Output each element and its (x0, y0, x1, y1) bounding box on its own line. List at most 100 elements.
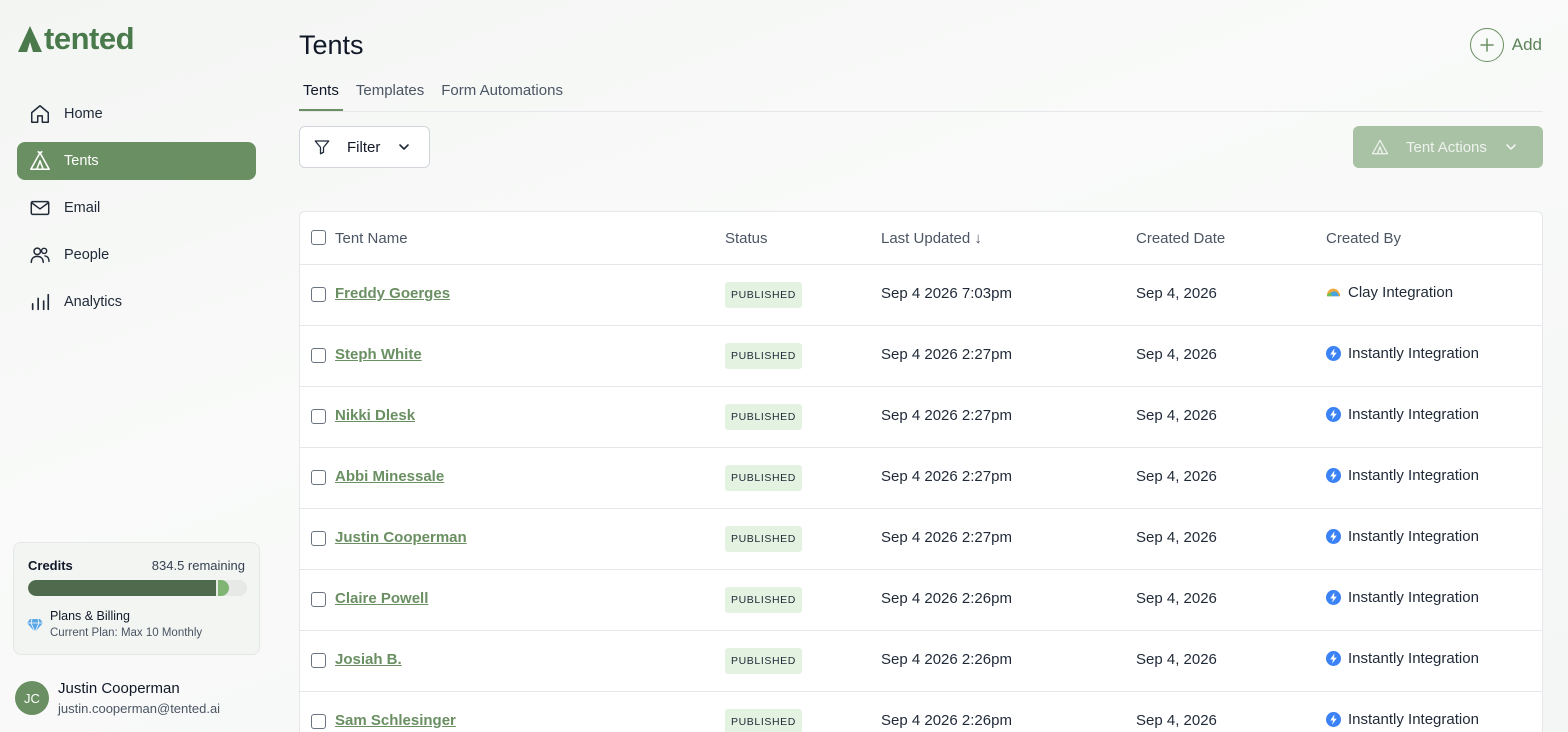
sidebar-nav: Home Tents Email People Analytics (17, 95, 256, 330)
created-by-label: Instantly Integration (1348, 711, 1479, 728)
tab-bar: Tents Templates Form Automations (299, 78, 1543, 112)
tent-name-link[interactable]: Abbi Minessale (335, 468, 444, 485)
sidebar-item-home[interactable]: Home (17, 95, 256, 133)
table-body: Freddy Goerges PUBLISHED Sep 4 2026 7:03pm… (300, 265, 1542, 732)
created-by: Instantly Integration (1326, 406, 1479, 423)
plans-title: Plans & Billing (50, 609, 130, 623)
sidebar-item-label: People (64, 247, 110, 263)
sidebar-item-analytics[interactable]: Analytics (17, 283, 256, 321)
status-badge: PUBLISHED (725, 465, 802, 491)
page-title: Tents (299, 30, 364, 60)
created-by: Clay Integration (1326, 284, 1453, 301)
created-date: Sep 4, 2026 (1136, 407, 1217, 424)
row-checkbox[interactable] (311, 714, 326, 729)
column-status[interactable]: Status (725, 230, 768, 247)
table-row[interactable]: Justin Cooperman PUBLISHED Sep 4 2026 2:27… (300, 509, 1542, 570)
status-badge: PUBLISHED (725, 404, 802, 430)
lightning-icon (1326, 346, 1341, 361)
sidebar: tented Home Tents Email People Analytics… (0, 0, 272, 732)
column-created-by[interactable]: Created By (1326, 230, 1401, 247)
created-by-label: Instantly Integration (1348, 467, 1479, 484)
created-by-label: Instantly Integration (1348, 528, 1479, 545)
credits-progress-fill (28, 580, 216, 596)
created-date: Sep 4, 2026 (1136, 529, 1217, 546)
chevron-down-icon (398, 141, 410, 153)
created-by-label: Instantly Integration (1348, 589, 1479, 606)
last-updated: Sep 4 2026 7:03pm (881, 285, 1012, 302)
tab-templates[interactable]: Templates (352, 78, 428, 111)
row-checkbox[interactable] (311, 653, 326, 668)
table-row[interactable]: Claire Powell PUBLISHED Sep 4 2026 2:26pm S… (300, 570, 1542, 631)
add-label: Add (1511, 35, 1542, 54)
row-checkbox[interactable] (311, 531, 326, 546)
row-checkbox[interactable] (311, 592, 326, 607)
filter-button[interactable]: Filter (299, 126, 430, 168)
user-profile[interactable]: JC Justin Cooperman justin.cooperman@ten… (15, 680, 220, 716)
last-updated: Sep 4 2026 2:27pm (881, 407, 1012, 424)
tent-icon (1371, 138, 1389, 156)
created-date: Sep 4, 2026 (1136, 285, 1217, 302)
plus-icon (1469, 28, 1504, 62)
last-updated: Sep 4 2026 2:27pm (881, 468, 1012, 485)
column-created-date[interactable]: Created Date (1136, 230, 1225, 247)
row-checkbox[interactable] (311, 287, 326, 302)
created-by: Instantly Integration (1326, 711, 1479, 728)
created-date: Sep 4, 2026 (1136, 468, 1217, 485)
sidebar-item-email[interactable]: Email (17, 189, 256, 227)
sidebar-item-label: Tents (64, 153, 99, 169)
tent-name-link[interactable]: Josiah B. (335, 651, 402, 668)
tent-name-link[interactable]: Freddy Goerges (335, 285, 450, 302)
row-checkbox[interactable] (311, 470, 326, 485)
lightning-icon (1326, 651, 1341, 666)
plans-billing-link[interactable]: Plans & Billing Current Plan: Max 10 Mon… (27, 609, 202, 639)
last-updated: Sep 4 2026 2:27pm (881, 346, 1012, 363)
column-tent-name[interactable]: Tent Name (335, 230, 408, 247)
row-checkbox[interactable] (311, 348, 326, 363)
current-plan: Current Plan: Max 10 Monthly (50, 627, 203, 639)
lightning-icon (1326, 712, 1341, 727)
analytics-icon (29, 291, 51, 313)
status-badge: PUBLISHED (725, 343, 802, 369)
created-by: Instantly Integration (1326, 345, 1479, 362)
sidebar-item-tents[interactable]: Tents (17, 142, 256, 180)
table-row[interactable]: Freddy Goerges PUBLISHED Sep 4 2026 7:03pm… (300, 265, 1542, 326)
status-badge: PUBLISHED (725, 526, 802, 552)
select-all-checkbox[interactable] (311, 230, 326, 245)
table-row[interactable]: Josiah B. PUBLISHED Sep 4 2026 2:26pm Sep 4… (300, 631, 1542, 692)
sidebar-item-people[interactable]: People (17, 236, 256, 274)
people-icon (29, 244, 51, 266)
logo[interactable]: tented (18, 23, 135, 54)
table-row[interactable]: Abbi Minessale PUBLISHED Sep 4 2026 2:27pm… (300, 448, 1542, 509)
tent-icon (29, 150, 51, 172)
table-row[interactable]: Steph White PUBLISHED Sep 4 2026 2:27pm Sep… (300, 326, 1542, 387)
column-last-updated[interactable]: Last Updated ↓ (881, 230, 982, 247)
user-name: Justin Cooperman (58, 680, 180, 697)
tent-name-link[interactable]: Nikki Dlesk (335, 407, 415, 424)
created-by: Instantly Integration (1326, 650, 1479, 667)
created-by: Instantly Integration (1326, 528, 1479, 545)
table-row[interactable]: Nikki Dlesk PUBLISHED Sep 4 2026 2:27pm Sep… (300, 387, 1542, 448)
tab-form-automations[interactable]: Form Automations (437, 78, 567, 111)
tent-name-link[interactable]: Claire Powell (335, 590, 428, 607)
credits-remaining: 834.5 remaining (151, 558, 245, 573)
avatar: JC (15, 681, 49, 715)
tent-name-link[interactable]: Justin Cooperman (335, 529, 467, 546)
add-button[interactable]: Add (1469, 28, 1542, 62)
status-badge: PUBLISHED (725, 587, 802, 613)
diamond-icon (27, 618, 43, 633)
status-badge: PUBLISHED (725, 709, 802, 732)
sidebar-item-label: Home (64, 106, 103, 122)
created-date: Sep 4, 2026 (1136, 651, 1217, 668)
created-by: Instantly Integration (1326, 467, 1479, 484)
credits-progress-tip (218, 580, 229, 596)
row-checkbox[interactable] (311, 409, 326, 424)
table-header: Tent Name Status Last Updated ↓ Created … (300, 212, 1542, 265)
tent-name-link[interactable]: Sam Schlesinger (335, 712, 456, 729)
user-email: justin.cooperman@tented.ai (58, 701, 221, 716)
tent-name-link[interactable]: Steph White (335, 346, 422, 363)
tent-actions-button[interactable]: Tent Actions (1353, 126, 1543, 168)
tab-tents[interactable]: Tents (299, 78, 343, 111)
lightning-icon (1326, 407, 1341, 422)
table-row[interactable]: Sam Schlesinger PUBLISHED Sep 4 2026 2:26p… (300, 692, 1542, 732)
lightning-icon (1326, 468, 1341, 483)
